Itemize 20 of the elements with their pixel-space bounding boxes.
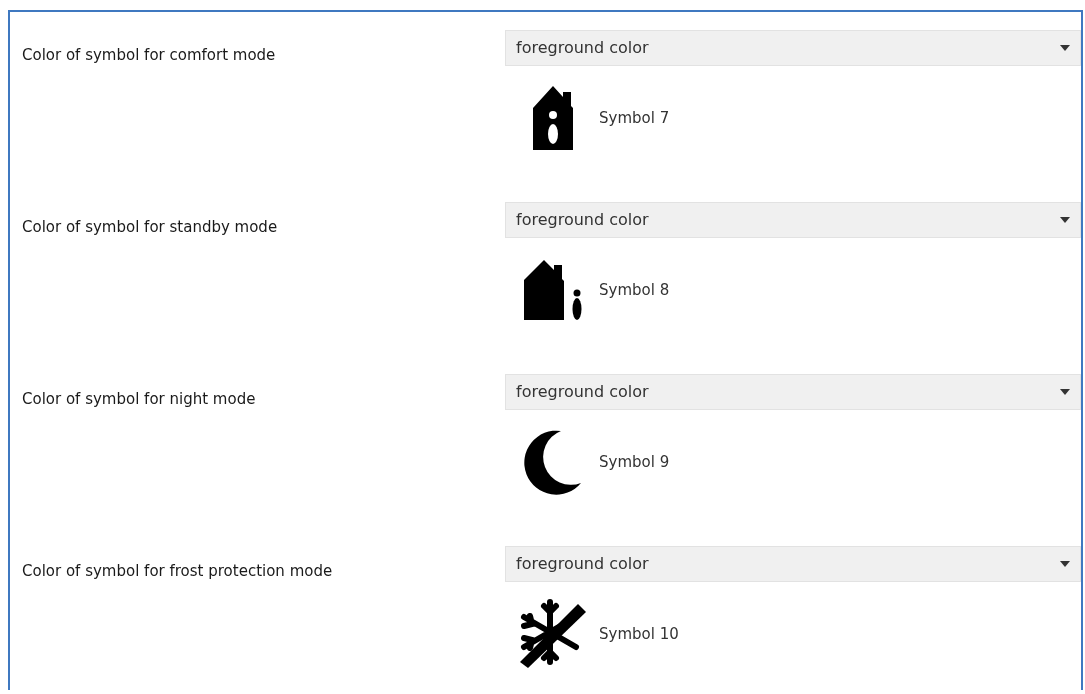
house-icon xyxy=(533,86,573,150)
symbol-label: Symbol 9 xyxy=(599,451,670,473)
caret-icon xyxy=(1060,389,1070,395)
setting-label: Color of symbol for standby mode xyxy=(21,217,279,238)
color-dropdown[interactable]: foreground color xyxy=(505,546,1081,582)
setting-label: Color of symbol for night mode xyxy=(21,389,257,410)
moon-icon xyxy=(523,429,583,495)
caret-icon xyxy=(1060,561,1070,567)
caret-icon xyxy=(1060,217,1070,223)
setting-label: Color of symbol for comfort mode xyxy=(21,45,277,66)
setting-label: Color of symbol for frost protection mode xyxy=(21,561,334,582)
crossed-snowflake-icon xyxy=(518,599,588,669)
house-icon xyxy=(524,260,582,320)
symbol-label: Symbol 10 xyxy=(599,623,679,645)
symbol-label: Symbol 8 xyxy=(599,279,670,301)
color-dropdown[interactable]: foreground color xyxy=(505,202,1081,238)
symbol-label: Symbol 7 xyxy=(599,107,670,129)
color-dropdown[interactable]: foreground color xyxy=(505,374,1081,410)
color-dropdown[interactable]: foreground color xyxy=(505,30,1081,66)
caret-icon xyxy=(1060,45,1070,51)
